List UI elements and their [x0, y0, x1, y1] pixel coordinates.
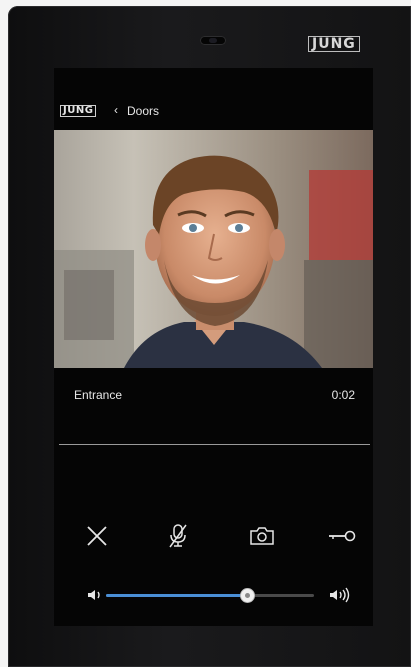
- front-camera: [200, 36, 226, 45]
- camera-icon: [250, 527, 274, 545]
- volume-low-icon: [88, 590, 100, 600]
- visitor-video-image: [54, 130, 373, 368]
- volume-slider-fill: [106, 594, 248, 597]
- video-feed: [54, 130, 373, 368]
- call-controls: [54, 518, 373, 554]
- volume-high-icon: [330, 587, 350, 603]
- call-status: Entrance 0:02: [54, 384, 373, 408]
- volume-control: [54, 580, 373, 610]
- microphone-muted-icon: [169, 524, 187, 548]
- door-station-panel: JUNG JUNG ‹ Doors Entrance 0:02: [8, 6, 411, 667]
- mute-microphone-button[interactable]: [160, 518, 196, 554]
- divider: [59, 444, 370, 445]
- close-icon: [87, 526, 107, 546]
- caller-name: Entrance: [74, 388, 123, 402]
- volume-slider[interactable]: [106, 588, 314, 603]
- top-bar: JUNG ‹ Doors: [54, 68, 373, 124]
- door-key-icon: [329, 530, 356, 542]
- breadcrumb[interactable]: Doors: [127, 104, 159, 118]
- end-call-button[interactable]: [79, 518, 115, 554]
- back-button[interactable]: ‹: [114, 103, 118, 117]
- app-logo: JUNG: [60, 105, 97, 117]
- snapshot-button[interactable]: [244, 518, 280, 554]
- touch-screen: JUNG ‹ Doors Entrance 0:02: [54, 68, 373, 626]
- volume-slider-thumb[interactable]: [240, 588, 256, 603]
- open-door-button[interactable]: [324, 518, 360, 554]
- call-duration: 0:02: [331, 388, 355, 402]
- brand-logo: JUNG: [308, 36, 360, 52]
